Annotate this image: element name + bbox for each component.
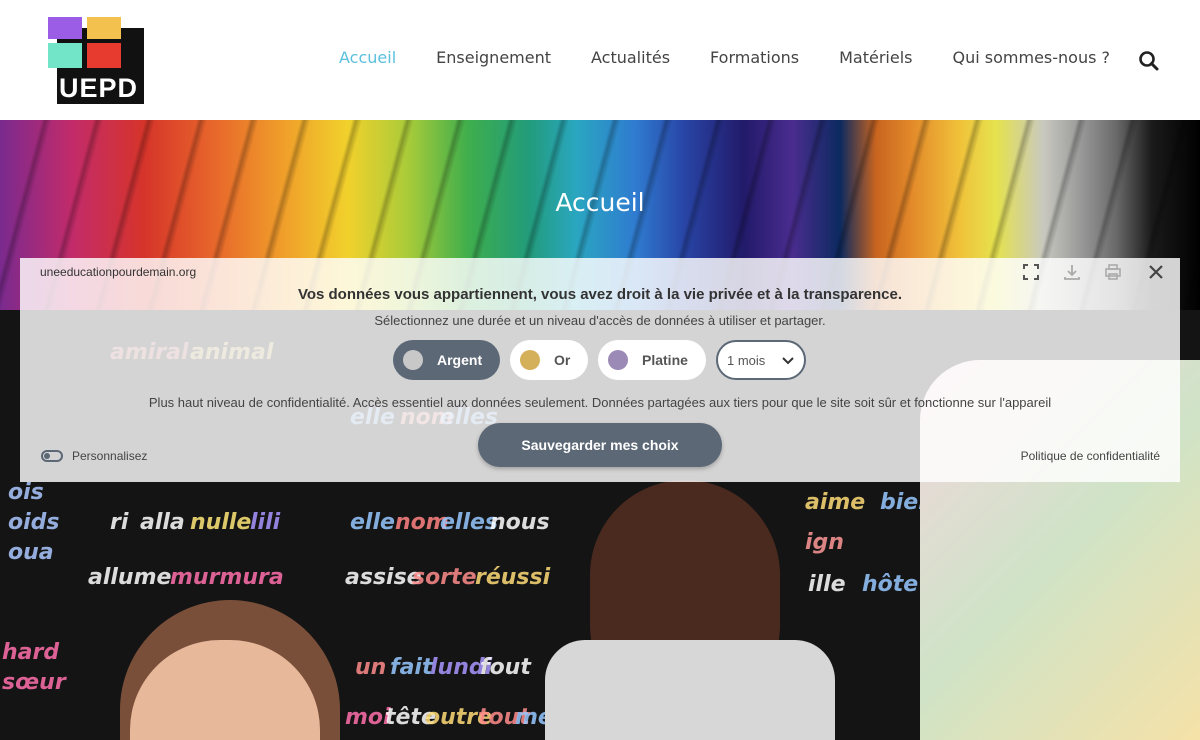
board-word: oids [8,510,60,535]
platine-dot-icon [608,350,628,370]
board-word: nous [490,510,550,535]
board-word: réussi [475,565,551,590]
nav-item-enseignement[interactable]: Enseignement [436,48,551,67]
personalise-link[interactable]: Personnalisez [72,449,147,463]
board-word: un [355,655,387,680]
uepd-logo[interactable]: UEPD [47,17,145,105]
nav-item-formations[interactable]: Formations [710,48,799,67]
privacy-policy-link[interactable]: Politique de confidentialité [1021,449,1160,463]
board-word: oua [8,540,54,565]
child-shirt [545,640,835,740]
board-word: ign [805,530,844,555]
close-icon[interactable] [1147,263,1165,281]
board-word: sorte [412,565,477,590]
level-argent-button[interactable]: Argent [393,340,500,380]
argent-dot-icon [403,350,423,370]
site-header: UEPD Accueil Enseignement Actualités For… [0,0,1200,120]
board-word: ois [8,480,44,505]
nav-item-accueil[interactable]: Accueil [339,48,396,67]
board-word: allume [88,565,172,590]
level-label: Argent [437,352,483,368]
board-word: aime [805,490,866,515]
board-word: elle [350,510,395,535]
board-word: murmura [170,565,284,590]
board-word: moi [345,705,391,730]
level-or-button[interactable]: Or [510,340,588,380]
logo-text: UEPD [59,73,139,103]
print-icon[interactable] [1104,263,1122,281]
level-description: Plus haut niveau de confidentialité. Acc… [148,395,1052,410]
board-word: hard [2,640,60,665]
board-word: sœur [2,670,66,695]
or-dot-icon [520,350,540,370]
board-word: hôte [862,572,919,597]
personalise-toggle[interactable] [41,450,63,462]
expand-icon[interactable] [1022,263,1040,281]
consent-headline: Vos données vous appartiennent, vous ave… [297,286,903,303]
search-icon[interactable] [1138,50,1160,72]
board-word: alla [140,510,185,535]
board-word: ille [808,572,846,597]
board-word: fout [480,655,531,680]
main-nav: Accueil Enseignement Actualités Formatio… [299,48,1110,67]
chevron-down-icon [780,351,796,372]
board-word: lili [250,510,281,535]
level-label: Platine [642,352,688,368]
nav-item-actualites[interactable]: Actualités [591,48,670,67]
duration-select[interactable]: 1 mois [716,340,806,380]
save-choices-button[interactable]: Sauvegarder mes choix [478,423,722,467]
nav-item-qui-sommes-nous[interactable]: Qui sommes-nous ? [953,48,1111,67]
consent-panel: uneeducationpourdemain.org Vos données v… [20,258,1180,482]
duration-value: 1 mois [727,352,766,368]
board-word: fait [390,655,433,680]
board-word: assise [345,565,422,590]
download-icon[interactable] [1063,263,1081,281]
level-platine-button[interactable]: Platine [598,340,706,380]
nav-item-materiels[interactable]: Matériels [839,48,912,67]
board-word: nulle [190,510,252,535]
consent-subheadline: Sélectionnez une durée et un niveau d'ac… [374,313,826,328]
level-label: Or [554,352,571,368]
consent-domain: uneeducationpourdemain.org [40,265,197,279]
page-title: Accueil [555,188,645,217]
board-word: ri [110,510,129,535]
